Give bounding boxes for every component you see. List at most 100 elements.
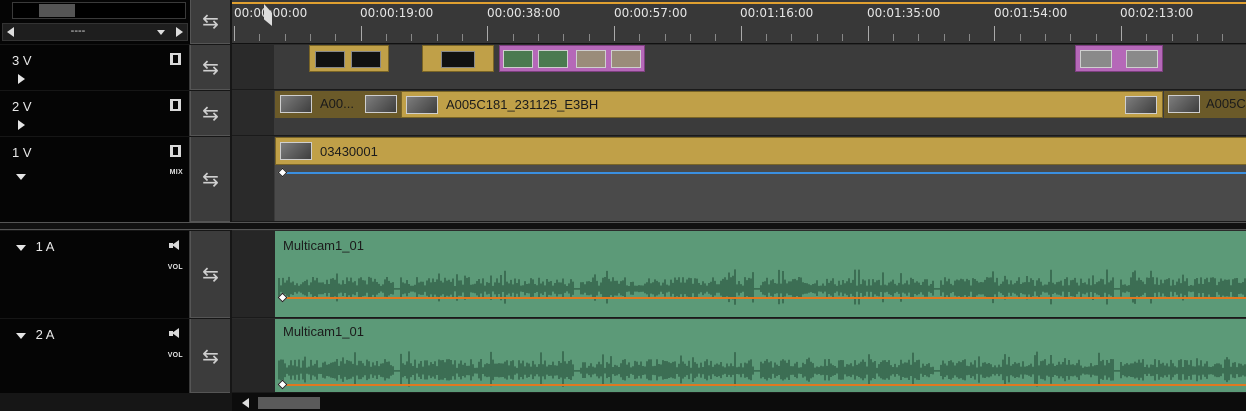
clip-thumbnail xyxy=(315,51,345,68)
ruler-minor-tick xyxy=(918,34,920,41)
ruler-timecode: 00:00:19:00 xyxy=(360,6,434,20)
clip-a1-main[interactable]: Multicam1_01 xyxy=(275,231,1246,317)
timeline-control-panel: ---- xyxy=(0,0,190,44)
scroll-left-arrow-icon[interactable] xyxy=(242,398,249,408)
vol-label[interactable]: VOL xyxy=(168,264,183,271)
track-lane-v3[interactable] xyxy=(232,45,1246,90)
track-header-a2[interactable]: 2 A VOL xyxy=(0,319,190,393)
ruler-minor-tick xyxy=(690,34,692,41)
swap-arrows-icon: ⇆ xyxy=(202,262,219,286)
in-out-range-bar[interactable] xyxy=(232,2,1246,4)
film-strip-icon[interactable] xyxy=(170,99,181,111)
overview-scroll-thumb[interactable] xyxy=(39,4,75,17)
clip-v3-d[interactable] xyxy=(1075,45,1163,72)
track-patch-a1[interactable]: ⇆ xyxy=(190,231,230,318)
clip-thumbnail xyxy=(406,96,438,114)
clip-v3-a[interactable] xyxy=(309,45,389,72)
ruler-minor-tick xyxy=(968,34,970,41)
ruler-minor-tick xyxy=(462,34,464,41)
clip-v2-left[interactable]: A00... xyxy=(275,91,401,118)
clip-thumbnail xyxy=(503,50,533,68)
ruler-minor-tick xyxy=(1146,34,1148,41)
speaker-icon[interactable] xyxy=(169,239,181,251)
collapse-arrow-icon[interactable] xyxy=(16,332,26,339)
collapse-arrow-icon[interactable] xyxy=(16,244,26,251)
swap-arrows-icon: ⇆ xyxy=(202,101,219,125)
collapse-arrow-icon[interactable] xyxy=(16,168,26,186)
lane-gutter xyxy=(232,45,274,89)
track-header-v2[interactable]: 2 V xyxy=(0,91,190,136)
clip-v3-c[interactable] xyxy=(499,45,645,72)
track-header-column: ---- ⇆ 3 V ⇆ 2 V ⇆ 1 V MIX ⇆ 1 A VOL ⇆ 2… xyxy=(0,0,232,411)
ruler-minor-tick xyxy=(664,34,666,41)
ruler-major-tick xyxy=(867,26,869,41)
audio-waveform xyxy=(278,269,1246,305)
lane-gutter xyxy=(232,231,274,317)
track-header-a1[interactable]: 1 A VOL xyxy=(0,231,190,318)
mix-label[interactable]: MIX xyxy=(170,169,183,176)
clip-v2-right[interactable]: A005C xyxy=(1164,91,1246,118)
ruler-minor-tick xyxy=(816,34,818,41)
playhead-marker[interactable] xyxy=(264,4,274,42)
clip-v1-main[interactable]: 03430001 xyxy=(275,137,1246,165)
video-audio-splitter[interactable] xyxy=(0,222,1246,230)
clip-name: A00... xyxy=(320,96,354,111)
swap-arrows-icon: ⇆ xyxy=(202,55,219,79)
ruler-major-tick xyxy=(360,26,362,41)
speaker-icon[interactable] xyxy=(169,327,181,339)
track-name: 1 V xyxy=(12,145,32,160)
clip-name: Multicam1_01 xyxy=(283,324,364,339)
timeline-horizontal-scrollbar[interactable] xyxy=(232,393,1246,411)
track-lane-v2[interactable]: A00... A005C181_231125_E3BH A005C xyxy=(232,91,1246,136)
track-name: 2 A xyxy=(35,327,55,342)
ruler-minor-tick xyxy=(791,34,793,41)
ruler-minor-tick xyxy=(284,34,286,41)
ruler-minor-tick xyxy=(335,34,337,41)
track-name: 2 V xyxy=(12,99,32,114)
ruler-minor-tick xyxy=(1222,34,1224,41)
volume-line[interactable] xyxy=(279,297,1246,299)
timeline-ruler[interactable]: 00:00:00:00 00:00:19:00 00:00:38:00 00:0… xyxy=(232,0,1246,44)
track-lane-a1[interactable]: Multicam1_01 xyxy=(232,231,1246,318)
scroll-thumb[interactable] xyxy=(258,397,320,409)
clip-v3-b[interactable] xyxy=(422,45,494,72)
track-lane-a2[interactable]: Multicam1_01 xyxy=(232,319,1246,393)
sync-lock-button[interactable]: ⇆ xyxy=(190,0,230,44)
film-strip-icon[interactable] xyxy=(170,53,181,65)
ruler-major-tick xyxy=(487,26,489,41)
chevron-down-icon[interactable] xyxy=(157,30,165,35)
mix-rubber-band[interactable] xyxy=(283,172,1246,174)
zoom-selector[interactable]: ---- xyxy=(2,23,188,41)
ruler-minor-tick xyxy=(943,34,945,41)
ruler-minor-tick xyxy=(411,34,413,41)
overview-scrollbar[interactable] xyxy=(12,2,186,19)
lane-gutter xyxy=(232,319,274,392)
track-patch-a2[interactable]: ⇆ xyxy=(190,319,230,393)
track-lane-v1[interactable]: 03430001 xyxy=(232,137,1246,222)
ruler-minor-tick xyxy=(1196,34,1198,41)
ruler-minor-tick xyxy=(563,34,565,41)
track-patch-v2[interactable]: ⇆ xyxy=(190,91,230,136)
ruler-major-tick xyxy=(234,26,235,41)
track-patch-v3[interactable]: ⇆ xyxy=(190,45,230,90)
ruler-minor-tick xyxy=(310,34,312,41)
track-patch-v1[interactable]: ⇆ xyxy=(190,137,230,222)
ruler-minor-tick xyxy=(386,34,388,41)
expand-arrow-icon[interactable] xyxy=(18,74,25,84)
ruler-timecode: 00:01:54:00 xyxy=(994,6,1068,20)
clip-thumbnail xyxy=(280,95,312,113)
vol-label[interactable]: VOL xyxy=(168,352,183,359)
swap-arrows-icon: ⇆ xyxy=(202,167,219,191)
track-header-v1[interactable]: 1 V MIX xyxy=(0,137,190,222)
clip-a2-main[interactable]: Multicam1_01 xyxy=(275,319,1246,392)
volume-line[interactable] xyxy=(279,384,1246,386)
ruler-minor-tick xyxy=(1019,34,1021,41)
zoom-in-arrow-icon[interactable] xyxy=(176,27,183,37)
clip-name: A005C181_231125_E3BH xyxy=(446,97,599,112)
track-name-row: 2 A xyxy=(16,327,54,342)
track-header-v3[interactable]: 3 V xyxy=(0,45,190,90)
clip-thumbnail xyxy=(1125,96,1157,114)
clip-v2-main[interactable]: A005C181_231125_E3BH xyxy=(401,91,1163,118)
expand-arrow-icon[interactable] xyxy=(18,120,25,130)
film-strip-icon[interactable] xyxy=(170,145,181,157)
